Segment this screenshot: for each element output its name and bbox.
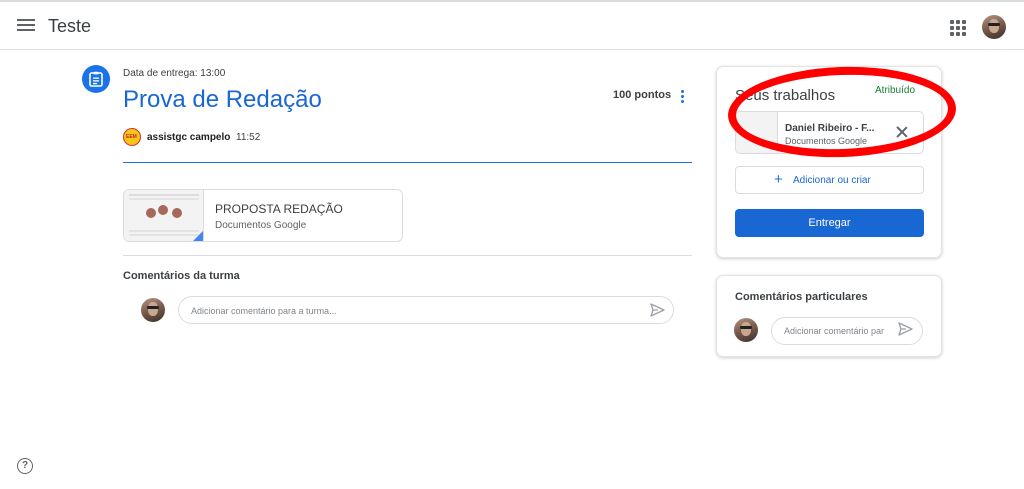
- private-comments-card: Comentários particulares Adicionar comen…: [716, 275, 942, 357]
- account-avatar[interactable]: [982, 15, 1006, 39]
- apps-grid-icon[interactable]: [950, 20, 966, 36]
- add-or-create-label: Adicionar ou criar: [793, 175, 871, 186]
- submitted-file[interactable]: Daniel Ribeiro - F... Documentos Google: [735, 111, 924, 154]
- points-label: 100 pontos: [613, 89, 672, 101]
- attachment-type: Documentos Google: [215, 220, 307, 231]
- user-avatar-private: [734, 318, 758, 342]
- menu-icon[interactable]: [17, 17, 35, 35]
- remove-file-icon[interactable]: [896, 126, 908, 138]
- your-work-title: Seus trabalhos: [735, 87, 836, 104]
- submit-label: Entregar: [808, 217, 851, 229]
- user-avatar: [141, 298, 165, 322]
- add-or-create-button[interactable]: + Adicionar ou criar: [735, 166, 924, 194]
- private-comment-placeholder: Adicionar comentário par: [784, 326, 885, 336]
- attachment-title: PROPOSTA REDAÇÃO: [215, 202, 343, 216]
- more-options-icon[interactable]: [681, 90, 685, 104]
- top-app-bar: Teste: [0, 0, 1024, 50]
- due-date: Data de entrega: 13:00: [123, 68, 226, 79]
- your-work-card: Seus trabalhos Atribuído Daniel Ribeiro …: [716, 66, 942, 258]
- section-divider: [123, 255, 692, 256]
- posted-time: 11:52: [236, 132, 261, 143]
- author-logo-text: EEM: [126, 134, 137, 140]
- assignment-icon: [82, 65, 110, 93]
- file-type: Documentos Google: [785, 136, 868, 146]
- author-logo: EEM: [123, 128, 141, 146]
- send-private-icon[interactable]: [898, 322, 913, 336]
- private-comments-title: Comentários particulares: [735, 291, 868, 303]
- assignment-title: Prova de Redação: [123, 86, 322, 113]
- attachment-thumbnail: [124, 190, 204, 241]
- class-comment-input[interactable]: Adicionar comentário para a turma...: [178, 296, 674, 324]
- send-icon[interactable]: [650, 303, 665, 317]
- author-name: assistgc campelo: [147, 132, 231, 143]
- attachment-card[interactable]: PROPOSTA REDAÇÃO Documentos Google: [123, 189, 403, 242]
- help-icon[interactable]: ?: [17, 458, 33, 474]
- class-title[interactable]: Teste: [48, 16, 91, 37]
- plus-icon: +: [774, 171, 783, 188]
- class-comments-label: Comentários da turma: [123, 270, 240, 282]
- file-name: Daniel Ribeiro - F...: [785, 123, 875, 134]
- file-thumbnail: [736, 112, 778, 153]
- class-comment-placeholder: Adicionar comentário para a turma...: [191, 306, 337, 316]
- header-divider: [123, 162, 692, 163]
- submit-button[interactable]: Entregar: [735, 209, 924, 237]
- assignment-status: Atribuído: [875, 85, 916, 96]
